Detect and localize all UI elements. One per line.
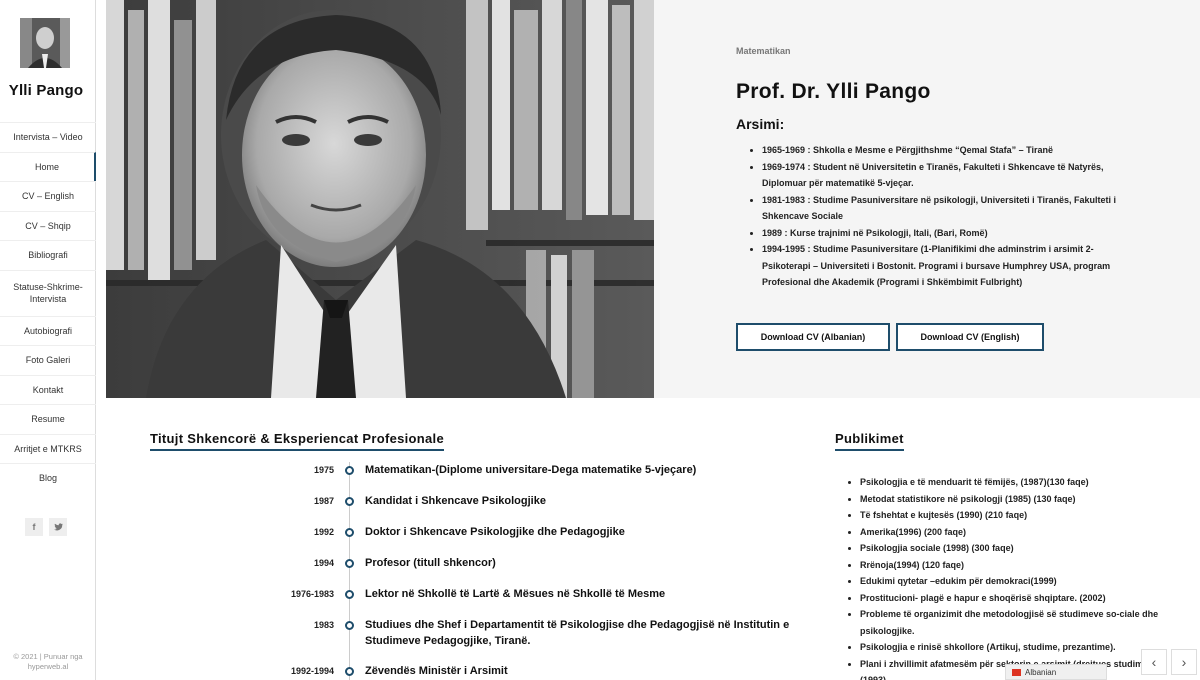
nav-item-foto-galeri[interactable]: Foto Galeri xyxy=(0,345,96,375)
timeline-text: Zëvendës Ministër i Arsimit xyxy=(365,665,508,677)
publication-item: Psikologjia e rinisë shkollore (Artikuj,… xyxy=(860,639,1160,656)
nav-item-intervista-video[interactable]: Intervista – Video xyxy=(0,122,96,152)
nav-item-cv-english[interactable]: CV – English xyxy=(0,181,96,211)
publication-item: Metodat statistikore në psikologji (1985… xyxy=(860,491,1160,508)
timeline-dot-icon xyxy=(345,466,354,475)
publication-item: Probleme të organizimit dhe metodologjis… xyxy=(860,606,1160,639)
education-list: 1965-1969 : Shkolla e Mesme e Përgjithsh… xyxy=(762,142,1132,291)
prev-arrow-button[interactable]: ‹ xyxy=(1141,649,1167,675)
avatar[interactable] xyxy=(20,18,70,68)
facebook-icon[interactable]: f xyxy=(25,518,43,536)
timeline-text: Doktor i Shkencave Psikologjike dhe Peda… xyxy=(365,526,625,538)
nav-item-blog[interactable]: Blog xyxy=(0,463,96,493)
language-label: Albanian xyxy=(1025,667,1057,677)
nav-item-bibliografi[interactable]: Bibliografi xyxy=(0,240,96,270)
sidebar: Ylli Pango Intervista – Video Home CV – … xyxy=(0,0,96,680)
language-switcher[interactable]: Albanian xyxy=(1005,664,1107,680)
timeline-year: 1987 xyxy=(313,496,334,506)
timeline-text: Kandidat i Shkencave Psikologjike xyxy=(365,495,546,507)
timeline-year: 1994 xyxy=(313,558,334,568)
sidebar-nav: Intervista – Video Home CV – English CV … xyxy=(0,122,96,493)
nav-item-kontakt[interactable]: Kontakt xyxy=(0,374,96,405)
timeline-dot-icon xyxy=(345,590,354,599)
nav-item-statuse-shkrime-intervista[interactable]: Statuse-Shkrime-Intervista xyxy=(0,269,96,316)
download-cv-english-button[interactable]: Download CV (English) xyxy=(896,323,1044,351)
timeline-dot-icon xyxy=(345,621,354,630)
titles-section-heading: Titujt Shkencorë & Eksperiencat Profesio… xyxy=(150,431,444,451)
timeline-year: 1976-1983 xyxy=(290,589,334,599)
education-item: 1965-1969 : Shkolla e Mesme e Përgjithsh… xyxy=(762,142,1132,159)
publication-item: Rrënoja(1994) (120 faqe) xyxy=(860,557,1160,574)
download-cv-albanian-button[interactable]: Download CV (Albanian) xyxy=(736,323,890,351)
timeline-text: Lektor në Shkollë të Lartë & Mësues në S… xyxy=(365,588,666,600)
timeline-dot-icon xyxy=(345,528,354,537)
timeline-line xyxy=(349,462,350,680)
copyright-text: © 2021 | Punuar nga hyperweb.al xyxy=(13,652,83,671)
education-item: 1989 : Kurse trajnimi në Psikologji, Ita… xyxy=(762,225,1132,242)
nav-item-autobiografi[interactable]: Autobiografi xyxy=(0,315,96,346)
publication-item: Prostitucioni- plagë e hapur e shoqërisë… xyxy=(860,590,1160,607)
timeline-year: 1975 xyxy=(313,465,334,475)
timeline-dot-icon xyxy=(345,559,354,568)
nav-item-home[interactable]: Home xyxy=(0,151,96,181)
hero-subtitle: Matematikan xyxy=(736,46,791,56)
nav-item-cv-shqip[interactable]: CV – Shqip xyxy=(0,210,96,241)
timeline-text: Studiues dhe Shef i Departamentit të Psi… xyxy=(365,619,790,647)
albania-flag-icon xyxy=(1012,668,1021,676)
timeline-text: Profesor (titull shkencor) xyxy=(365,557,496,569)
nav-item-arritjet-e-mtkrs[interactable]: Arritjet e MTKRS xyxy=(0,433,96,464)
timeline-text: Matematikan-(Diplome universitare-Dega m… xyxy=(365,464,697,476)
publication-item: Të fshehtat e kujtesës (1990) (210 faqe) xyxy=(860,507,1160,524)
education-item: 1981-1983 : Studime Pasuniversitare në p… xyxy=(762,192,1132,225)
publication-item: Edukimi qytetar –edukim për demokraci(19… xyxy=(860,573,1160,590)
publications-list: Psikologjia e të menduarit të fëmijës, (… xyxy=(860,474,1160,680)
hero-info-panel: Matematikan Prof. Dr. Ylli Pango Arsimi:… xyxy=(654,0,1200,398)
publications-heading: Publikimet xyxy=(835,431,904,451)
social-links: f xyxy=(25,518,67,536)
twitter-icon[interactable] xyxy=(49,518,67,536)
timeline-year: 1983 xyxy=(313,620,334,630)
portrait-image xyxy=(106,0,654,398)
publication-item: Amerika(1996) (200 faqe) xyxy=(860,524,1160,541)
education-heading: Arsimi: xyxy=(736,116,785,132)
download-buttons: Download CV (Albanian) Download CV (Engl… xyxy=(736,323,1044,351)
site-name[interactable]: Ylli Pango xyxy=(0,82,92,99)
next-arrow-button[interactable]: › xyxy=(1171,649,1197,675)
hero-portrait-photo xyxy=(106,0,654,398)
timeline-year: 1992-1994 xyxy=(290,666,334,676)
timeline-dot-icon xyxy=(345,497,354,506)
page-title: Prof. Dr. Ylli Pango xyxy=(736,80,931,103)
education-item: 1969-1974 : Student në Universitetin e T… xyxy=(762,159,1132,192)
education-item: 1994-1995 : Studime Pasuniversitare (1-P… xyxy=(762,241,1132,291)
publication-item: Psikologjia e të menduarit të fëmijës, (… xyxy=(860,474,1160,491)
nav-item-resume[interactable]: Resume xyxy=(0,404,96,434)
timeline-dot-icon xyxy=(345,667,354,676)
timeline-year: 1992 xyxy=(313,527,334,537)
avatar-portrait-icon xyxy=(20,18,70,68)
publication-item: Psikologjia sociale (1998) (300 faqe) xyxy=(860,540,1160,557)
